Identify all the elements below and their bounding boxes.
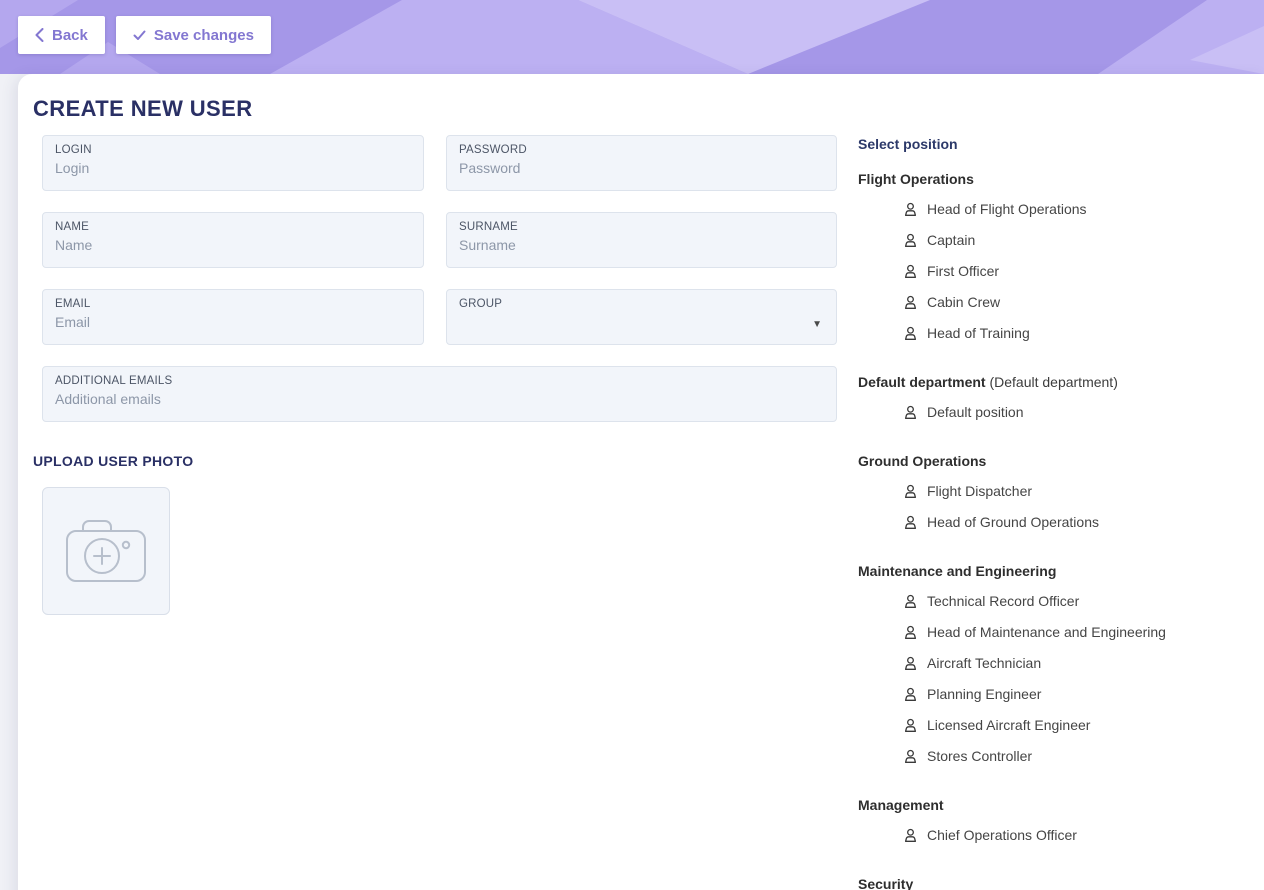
department-name: Security [858, 875, 1240, 890]
select-position-title: Select position [858, 135, 1240, 154]
position-label: Licensed Aircraft Engineer [927, 718, 1090, 733]
position-label: Head of Ground Operations [927, 515, 1099, 530]
position-label: Aircraft Technician [927, 656, 1041, 671]
position-item[interactable]: Aircraft Technician [858, 648, 1240, 679]
person-icon [903, 625, 918, 640]
position-label: First Officer [927, 264, 999, 279]
department-name: Management [858, 796, 1240, 815]
name-field[interactable]: NAME [42, 212, 424, 268]
person-icon [903, 202, 918, 217]
password-input[interactable] [459, 160, 824, 176]
department-section: Maintenance and Engineering Technical Rec… [858, 562, 1240, 772]
position-item[interactable]: Cabin Crew [858, 287, 1240, 318]
position-item[interactable]: Stores Controller [858, 741, 1240, 772]
surname-label: SURNAME [459, 221, 824, 233]
person-icon [903, 749, 918, 764]
position-item[interactable]: Planning Engineer [858, 679, 1240, 710]
email-field[interactable]: EMAIL [42, 289, 424, 345]
upload-photo-dropzone[interactable] [42, 487, 170, 615]
person-icon [903, 515, 918, 530]
surname-field[interactable]: SURNAME [446, 212, 837, 268]
person-icon [903, 326, 918, 341]
positions-panel: Select position Flight Operations Head of… [858, 135, 1240, 890]
name-input[interactable] [55, 237, 411, 253]
camera-plus-icon [64, 518, 148, 584]
department-name-suffix: (Default department) [986, 374, 1118, 390]
position-item[interactable]: First Officer [858, 256, 1240, 287]
group-label: GROUP [459, 298, 824, 310]
department-section: Management Chief Operations Officer [858, 796, 1240, 851]
person-icon [903, 687, 918, 702]
department-section: Security [858, 875, 1240, 890]
department-name: Flight Operations [858, 170, 1240, 189]
name-label: NAME [55, 221, 411, 233]
position-item[interactable]: Head of Training [858, 318, 1240, 349]
upload-photo-title: UPLOAD USER PHOTO [33, 453, 837, 469]
department-section: Default department (Default department) D… [858, 373, 1240, 428]
back-button[interactable]: Back [18, 16, 105, 54]
person-icon [903, 828, 918, 843]
toolbar: Back Save changes [18, 16, 271, 54]
login-label: LOGIN [55, 144, 411, 156]
position-label: Chief Operations Officer [927, 828, 1077, 843]
position-label: Head of Maintenance and Engineering [927, 625, 1166, 640]
login-input[interactable] [55, 160, 411, 176]
position-item[interactable]: Default position [858, 397, 1240, 428]
person-icon [903, 656, 918, 671]
group-select[interactable]: GROUP ▼ [446, 289, 837, 345]
person-icon [903, 405, 918, 420]
position-item[interactable]: Captain [858, 225, 1240, 256]
position-label: Stores Controller [927, 749, 1032, 764]
email-input[interactable] [55, 314, 411, 330]
department-section: Flight Operations Head of Flight Operatio… [858, 170, 1240, 349]
position-label: Captain [927, 233, 975, 248]
position-item[interactable]: Licensed Aircraft Engineer [858, 710, 1240, 741]
department-name: Maintenance and Engineering [858, 562, 1240, 581]
back-button-label: Back [52, 27, 88, 44]
create-user-card: CREATE NEW USER LOGIN PASSWORD NAME [18, 74, 1264, 890]
position-label: Technical Record Officer [927, 594, 1079, 609]
department-section: Ground Operations Flight Dispatcher Head o… [858, 452, 1240, 538]
person-icon [903, 594, 918, 609]
caret-down-icon: ▼ [812, 319, 822, 330]
person-icon [903, 264, 918, 279]
position-item[interactable]: Flight Dispatcher [858, 476, 1240, 507]
department-name: Ground Operations [858, 452, 1240, 471]
password-label: PASSWORD [459, 144, 824, 156]
person-icon [903, 295, 918, 310]
position-label: Planning Engineer [927, 687, 1041, 702]
top-header-band: Back Save changes [0, 0, 1264, 74]
position-label: Head of Flight Operations [927, 202, 1087, 217]
email-label: EMAIL [55, 298, 411, 310]
additional-emails-field[interactable]: ADDITIONAL EMAILS [42, 366, 837, 422]
position-item[interactable]: Head of Ground Operations [858, 507, 1240, 538]
person-icon [903, 233, 918, 248]
additional-emails-input[interactable] [55, 391, 824, 407]
additional-emails-label: ADDITIONAL EMAILS [55, 375, 824, 387]
position-item[interactable]: Technical Record Officer [858, 586, 1240, 617]
page-title: CREATE NEW USER [33, 96, 1240, 122]
position-label: Head of Training [927, 326, 1030, 341]
person-icon [903, 484, 918, 499]
position-label: Default position [927, 405, 1024, 420]
login-field[interactable]: LOGIN [42, 135, 424, 191]
department-name: Default department (Default department) [858, 373, 1240, 392]
user-form: LOGIN PASSWORD NAME SURNAME [33, 135, 837, 890]
departments-list: Flight Operations Head of Flight Operatio… [858, 170, 1240, 890]
check-icon [133, 30, 146, 41]
chevron-left-icon [35, 28, 44, 42]
position-label: Flight Dispatcher [927, 484, 1032, 499]
save-changes-button[interactable]: Save changes [116, 16, 271, 54]
position-item[interactable]: Head of Flight Operations [858, 194, 1240, 225]
surname-input[interactable] [459, 237, 824, 253]
position-item[interactable]: Chief Operations Officer [858, 820, 1240, 851]
password-field[interactable]: PASSWORD [446, 135, 837, 191]
position-item[interactable]: Head of Maintenance and Engineering [858, 617, 1240, 648]
person-icon [903, 718, 918, 733]
position-label: Cabin Crew [927, 295, 1000, 310]
save-changes-label: Save changes [154, 27, 254, 44]
